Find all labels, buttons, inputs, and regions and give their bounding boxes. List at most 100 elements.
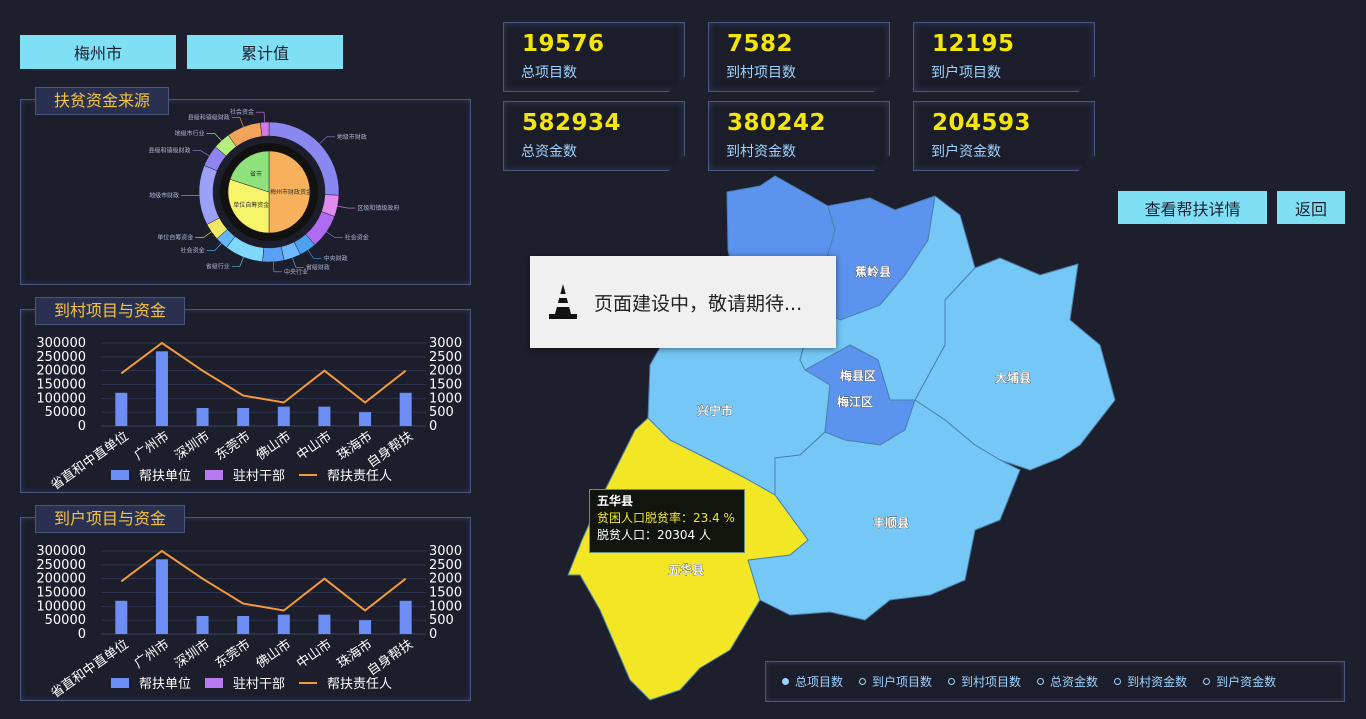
y-right-tick: 1500 bbox=[429, 378, 462, 393]
map-metric-legend: 总项目数 到户项目数 到村项目数 总资金数 到村资金数 到户资金数 bbox=[765, 661, 1345, 702]
stat-label: 到户资金数 bbox=[931, 144, 1001, 160]
donut-outer-label: 社会资金 bbox=[181, 247, 205, 255]
city-select-button[interactable]: 梅州市 bbox=[20, 35, 176, 69]
legend-total-projects[interactable]: 总项目数 bbox=[782, 673, 843, 690]
donut-outer-slice bbox=[260, 121, 270, 137]
radio-dot-icon bbox=[1114, 678, 1122, 685]
stat-value: 12195 bbox=[932, 31, 1015, 57]
legend-label: 到户项目数 bbox=[872, 675, 933, 689]
radio-dot-icon bbox=[1037, 678, 1045, 685]
bar-帮扶单位 bbox=[115, 392, 128, 426]
x-tick-label: 中山市 bbox=[294, 636, 335, 671]
donut-leader-line bbox=[231, 117, 244, 127]
bar-帮扶单位 bbox=[155, 351, 168, 426]
y-right-tick: 2500 bbox=[429, 350, 462, 365]
stat-household-projects: 12195 到户项目数 bbox=[913, 22, 1095, 92]
view-details-button[interactable]: 查看帮扶详情 bbox=[1118, 191, 1267, 224]
stat-label: 总项目数 bbox=[521, 65, 577, 81]
legend-total-funds[interactable]: 总资金数 bbox=[1037, 673, 1098, 690]
x-tick-label: 自身帮扶 bbox=[364, 636, 416, 679]
donut-inner-label: 省市 bbox=[250, 170, 262, 178]
donut-outer-slice bbox=[262, 246, 285, 263]
legend-village-projects[interactable]: 到村项目数 bbox=[948, 673, 1021, 690]
x-tick-label: 中山市 bbox=[294, 428, 335, 463]
stat-label: 到户项目数 bbox=[931, 65, 1001, 81]
bar-帮扶单位 bbox=[359, 412, 372, 426]
donut-outer-label: 中央行业 bbox=[284, 268, 308, 276]
stat-value: 582934 bbox=[522, 110, 622, 136]
mode-toggle-button[interactable]: 累计值 bbox=[187, 35, 343, 69]
y-left-tick: 150000 bbox=[36, 586, 86, 601]
legend-household-funds[interactable]: 到户资金数 bbox=[1203, 673, 1276, 690]
bar-帮扶单位 bbox=[115, 600, 128, 634]
y-right-tick: 1000 bbox=[429, 391, 462, 406]
y-right-tick: 0 bbox=[429, 627, 437, 642]
y-left-tick: 0 bbox=[78, 419, 86, 434]
donut-leader-line bbox=[292, 257, 304, 268]
x-tick-label: 广州市 bbox=[131, 428, 172, 463]
legend-label: 到户资金数 bbox=[1216, 675, 1277, 689]
y-left-tick: 300000 bbox=[36, 336, 86, 351]
stat-total-funds: 582934 总资金数 bbox=[503, 101, 685, 171]
construction-message: 页面建设中，敬请期待... bbox=[594, 292, 803, 315]
household-chart: 3000002500002000001500001000005000003000… bbox=[36, 544, 462, 700]
city-select-label: 梅州市 bbox=[73, 44, 122, 63]
donut-outer-label: 地级市行业 bbox=[175, 129, 205, 137]
y-left-tick: 300000 bbox=[36, 544, 86, 559]
stat-total-projects: 19576 总项目数 bbox=[503, 22, 685, 92]
legend-label: 帮扶单位 bbox=[139, 677, 191, 692]
x-tick-label: 省直和中直单位 bbox=[48, 637, 131, 700]
donut-outer-label: 中央财政 bbox=[324, 254, 348, 262]
y-right-tick: 3000 bbox=[429, 336, 462, 351]
legend-label: 帮扶单位 bbox=[139, 469, 191, 484]
stat-village-funds: 380242 到村资金数 bbox=[708, 101, 890, 171]
donut-leader-line bbox=[192, 150, 210, 157]
bar-帮扶单位 bbox=[318, 406, 331, 426]
stat-value: 204593 bbox=[932, 110, 1032, 136]
y-left-tick: 250000 bbox=[36, 558, 86, 573]
x-tick-label: 东莞市 bbox=[212, 636, 253, 671]
legend-label: 帮扶责任人 bbox=[327, 677, 392, 692]
donut-leader-line bbox=[231, 257, 244, 267]
bar-帮扶单位 bbox=[155, 559, 168, 634]
legend-label: 帮扶责任人 bbox=[327, 469, 392, 484]
legend-village-funds[interactable]: 到村资金数 bbox=[1114, 673, 1187, 690]
legend-label: 到村项目数 bbox=[961, 675, 1022, 689]
radio-dot-icon bbox=[1203, 678, 1211, 685]
mode-toggle-label: 累计值 bbox=[240, 44, 289, 63]
x-tick-label: 东莞市 bbox=[212, 428, 253, 463]
y-right-tick: 3000 bbox=[429, 544, 462, 559]
view-details-label: 查看帮扶详情 bbox=[1144, 199, 1241, 219]
funds-source-donut: 梅州市财政资金单位自筹资金省市地级市财政区级和镇级政府社会资金中央财政省级财政中… bbox=[149, 108, 400, 276]
radio-dot-icon bbox=[948, 678, 956, 685]
y-left-tick: 200000 bbox=[36, 572, 86, 587]
household-panel: 到户项目与资金 300000 250000 200000 150000 100000 50… bbox=[20, 505, 471, 701]
donut-inner-label: 梅州市财政资金 bbox=[270, 188, 312, 196]
legend-household-projects[interactable]: 到户项目数 bbox=[859, 673, 932, 690]
y-left-tick: 0 bbox=[78, 627, 86, 642]
y-left-tick: 200000 bbox=[36, 364, 86, 379]
donut-outer-label: 县级和镇级财政 bbox=[188, 114, 230, 122]
village-chart: 3000002500002000001500001000005000003000… bbox=[36, 336, 462, 492]
funds-source-panel: 扶贫资金来源 梅州市财政资金 单位自筹资金 省市 地级市财政 区级和镇级政府 社会资金 中央… bbox=[20, 87, 471, 285]
y-left-tick: 150000 bbox=[36, 378, 86, 393]
donut-leader-line bbox=[307, 249, 322, 259]
legend-swatch bbox=[205, 470, 223, 480]
legend-label: 驻村干部 bbox=[233, 469, 285, 484]
stat-label: 到村项目数 bbox=[726, 65, 796, 81]
y-right-tick: 1000 bbox=[429, 599, 462, 614]
back-label: 返回 bbox=[1294, 199, 1327, 219]
x-tick-label: 深圳市 bbox=[172, 428, 213, 463]
y-right-tick: 500 bbox=[429, 613, 454, 628]
donut-outer-label: 地级市财政 bbox=[337, 133, 367, 141]
stat-village-projects: 7582 到村项目数 bbox=[708, 22, 890, 92]
back-button[interactable]: 返回 bbox=[1277, 191, 1345, 224]
radio-dot-icon bbox=[859, 678, 867, 685]
tooltip-people: 脱贫人口：20304 人 bbox=[597, 528, 711, 542]
stat-household-funds: 204593 到户资金数 bbox=[913, 101, 1095, 171]
legend-label: 总项目数 bbox=[795, 675, 844, 689]
x-tick-label: 省直和中直单位 bbox=[48, 429, 131, 492]
stat-value: 19576 bbox=[522, 31, 605, 57]
radio-dot-icon bbox=[782, 678, 789, 685]
bar-帮扶单位 bbox=[359, 620, 372, 634]
